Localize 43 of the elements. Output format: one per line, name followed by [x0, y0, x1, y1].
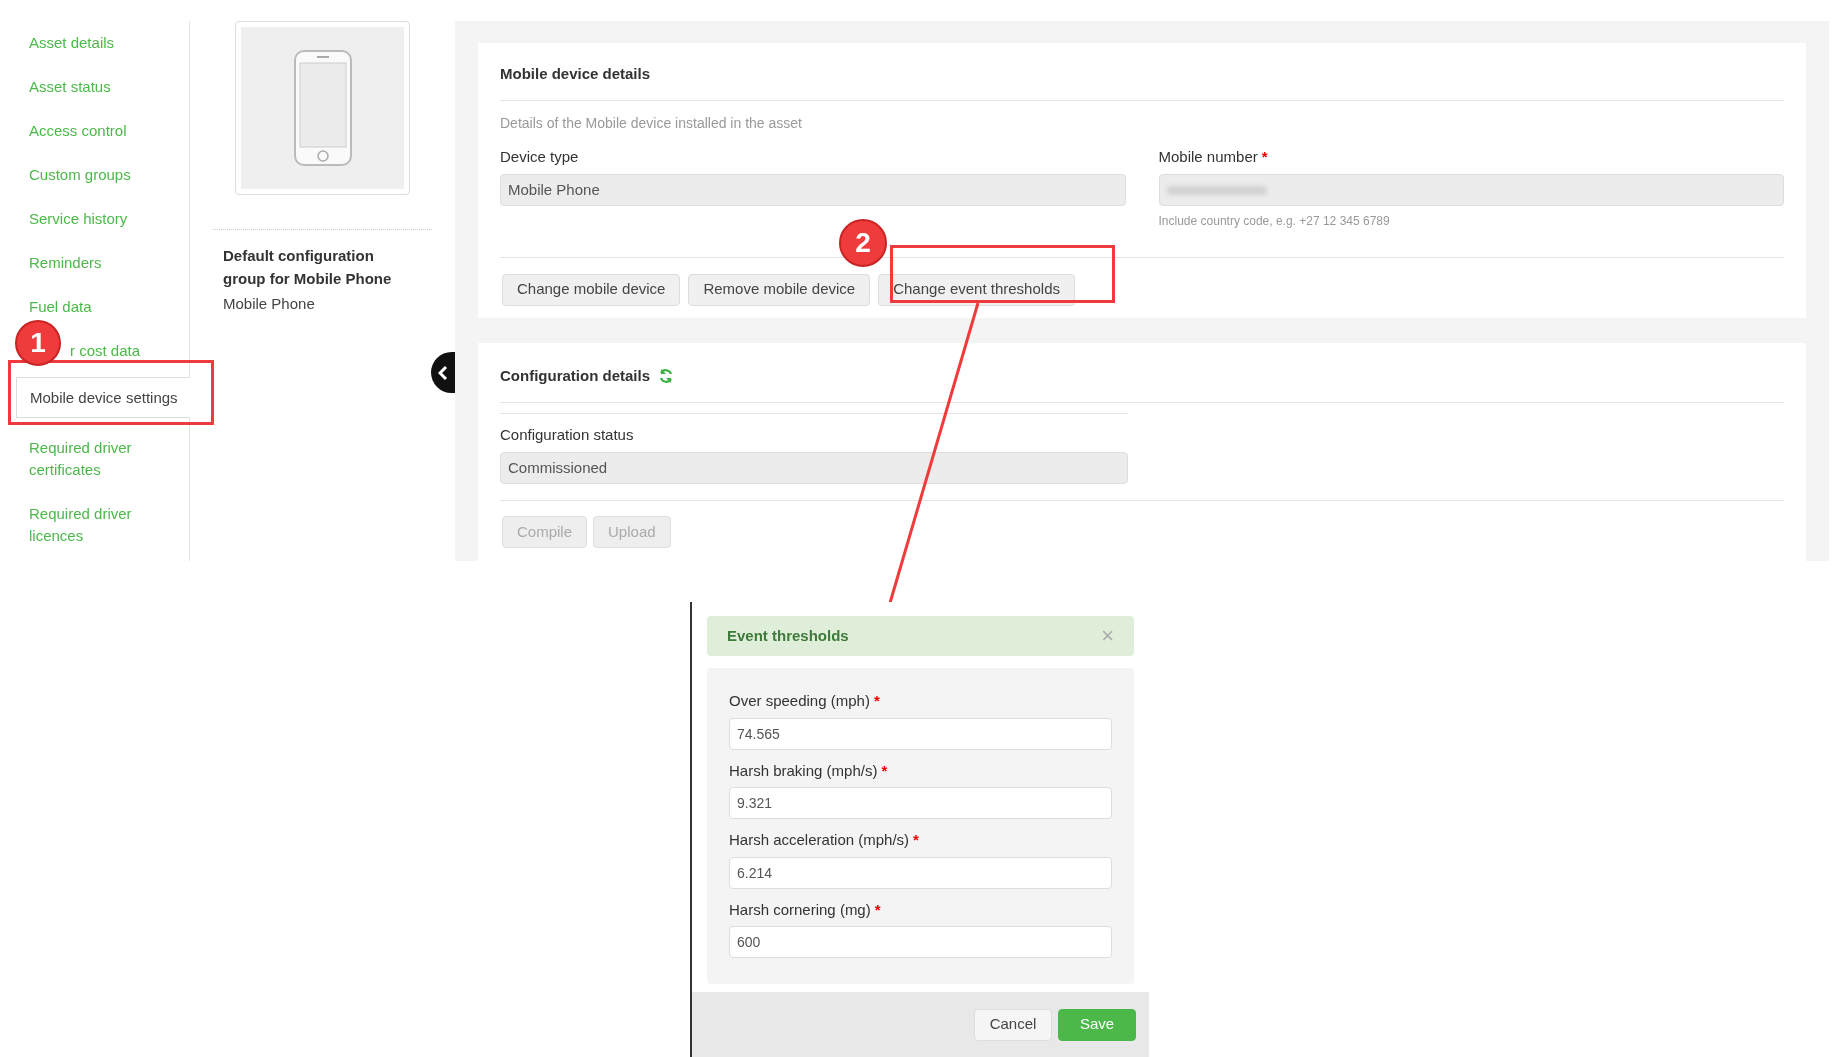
chevron-left-icon: [438, 365, 448, 380]
field-label: Harsh acceleration (mph/s) *: [729, 830, 920, 850]
cancel-button[interactable]: Cancel: [974, 1008, 1052, 1041]
action-button[interactable]: Remove mobile device: [688, 273, 871, 306]
field-hint: Include country code, e.g. +27 12 345 6789: [1158, 213, 1391, 230]
input-field[interactable]: 9.321: [729, 787, 1112, 819]
card-title: Mobile device details: [500, 63, 1784, 101]
sidebar-item[interactable]: r cost data: [70, 340, 141, 362]
sidebar-item[interactable]: Access control: [29, 120, 127, 142]
sidebar-item[interactable]: Asset details: [29, 32, 115, 54]
input-field[interactable]: [1158, 174, 1784, 206]
input-field[interactable]: 6.214: [729, 856, 1112, 889]
save-button[interactable]: Save: [1058, 1008, 1136, 1041]
sidebar-item[interactable]: Service history: [29, 208, 128, 230]
dialog-title: Event thresholds: [727, 625, 849, 646]
sidebar-item[interactable]: Mobile device settings: [16, 377, 190, 418]
input-field[interactable]: 74.565: [729, 717, 1112, 750]
card-title: Configuration details: [500, 366, 650, 386]
field-label: Device type: [500, 146, 580, 167]
collapse-tab[interactable]: [431, 352, 455, 393]
sidebar-item[interactable]: Asset status: [29, 76, 111, 98]
sidebar-item[interactable]: Required driver certificates: [29, 437, 179, 481]
field-label: Harsh braking (mph/s) *: [729, 760, 889, 781]
sidebar-item[interactable]: Reminders: [29, 252, 102, 274]
sidebar-item[interactable]: Required driver licences: [29, 503, 179, 547]
smartphone-icon: [292, 49, 353, 167]
step-badge: 1: [15, 320, 61, 366]
config-group-title: Default configuration group for Mobile Phone: [223, 246, 393, 289]
action-button[interactable]: Change mobile device: [502, 273, 681, 306]
sidebar-item[interactable]: Fuel data: [29, 296, 92, 318]
field-label: Configuration status: [500, 424, 635, 445]
refresh-icon[interactable]: [658, 368, 674, 385]
field-label: Over speeding (mph) *: [729, 691, 881, 711]
input-field[interactable]: Mobile Phone: [500, 174, 1126, 206]
card-description: Details of the Mobile device installed in the asset: [500, 113, 803, 133]
config-group-value: Mobile Phone: [223, 294, 316, 314]
action-button[interactable]: Change event thresholds: [878, 273, 1075, 306]
field-label: Harsh cornering (mg) *: [729, 899, 882, 920]
input-field[interactable]: 600: [729, 926, 1112, 958]
sidebar-item[interactable]: Custom groups: [29, 164, 131, 186]
close-button[interactable]: ×: [1101, 625, 1114, 647]
status-field: Commissioned: [500, 452, 1128, 484]
field-label: Mobile number *: [1158, 146, 1269, 167]
